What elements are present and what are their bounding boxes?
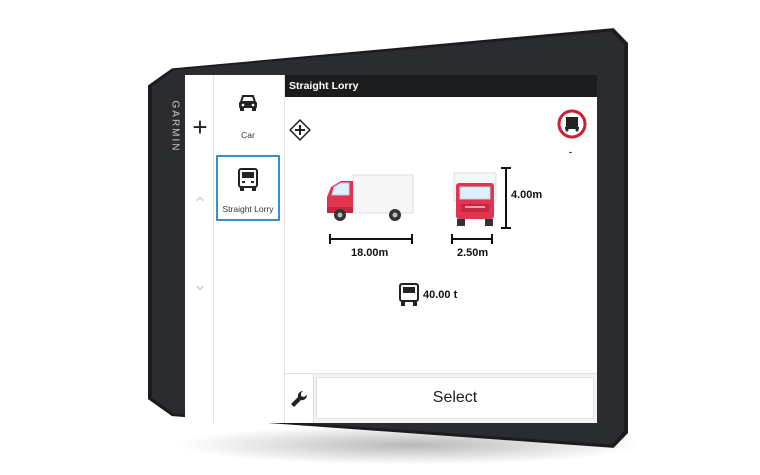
chevron-down-icon[interactable]: ⌄ [191, 275, 209, 293]
width-dimension-tick-left [451, 234, 453, 244]
profile-item-straight-lorry[interactable]: Straight Lorry [216, 155, 280, 221]
select-button[interactable]: Select [316, 377, 594, 419]
vehicle-height: 4.00m [511, 189, 543, 201]
width-dimension-line [451, 238, 493, 240]
truck-front-icon [238, 168, 258, 191]
profile-label-straight-lorry: Straight Lorry [222, 204, 274, 214]
car-icon [239, 95, 257, 111]
page-title: Straight Lorry [289, 80, 359, 92]
left-strip: + ⌃ ⌄ [185, 75, 214, 423]
length-dimension-line [329, 238, 413, 240]
vehicle-length: 18.00m [351, 247, 389, 259]
chevron-up-icon[interactable]: ⌃ [191, 195, 209, 213]
vehicle-weight: 40.00 t [423, 289, 458, 301]
wrench-icon [291, 390, 308, 407]
screen: + ⌃ ⌄ Car Straight Lorry Straight Lorry … [185, 75, 597, 423]
profile-item-car[interactable]: Car [216, 83, 280, 149]
length-dimension-tick-left [329, 234, 331, 244]
length-dimension-tick-right [411, 234, 413, 244]
hazmat-plus-icon[interactable] [289, 119, 311, 141]
height-dimension-tick-top [501, 167, 511, 169]
settings-button[interactable] [285, 374, 314, 423]
restriction-value: - [569, 147, 572, 157]
header-bar: Straight Lorry [285, 75, 597, 97]
height-dimension-line [505, 167, 507, 229]
no-trucks-sign-icon [557, 109, 587, 139]
vehicle-width: 2.50m [457, 247, 489, 259]
height-dimension-tick-bottom [501, 227, 511, 229]
plus-icon[interactable]: + [188, 114, 212, 140]
width-dimension-tick-right [491, 234, 493, 244]
weight-truck-icon [399, 283, 419, 306]
vehicle-profile-list: Car Straight Lorry [214, 75, 285, 423]
truck-front-illustration [453, 172, 497, 226]
truck-side-illustration [327, 174, 414, 221]
profile-label-car: Car [241, 130, 255, 140]
bottom-bar: Select [285, 373, 597, 423]
vehicle-dimensions-panel: - 18.00m 4.00m 2.50m 40.00 t [285, 97, 597, 373]
